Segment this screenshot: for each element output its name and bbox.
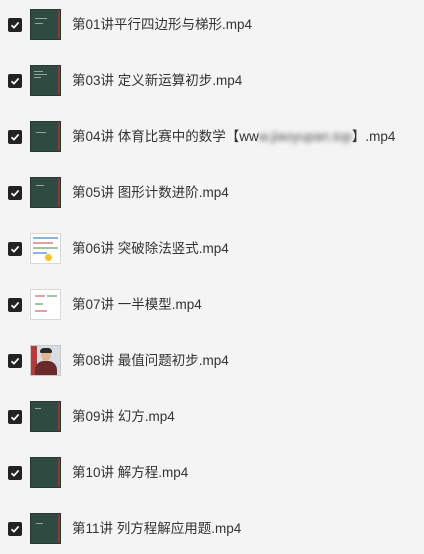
file-list: 第01讲平行四边形与梯形.mp4 第03讲 定义新运算初步.mp4 第04讲 体… (0, 0, 424, 554)
checkmark-icon (10, 77, 20, 85)
checkbox-checked[interactable] (8, 18, 22, 32)
file-row[interactable]: 第05讲 图形计数进阶.mp4 (0, 173, 424, 213)
video-thumbnail[interactable] (30, 9, 61, 40)
video-thumbnail[interactable] (30, 345, 61, 376)
file-row[interactable]: 第03讲 定义新运算初步.mp4 (0, 61, 424, 101)
checkbox-checked[interactable] (8, 242, 22, 256)
checkmark-icon (10, 21, 20, 29)
video-thumbnail[interactable] (30, 121, 61, 152)
file-name[interactable]: 第07讲 一半模型.mp4 (72, 296, 202, 314)
video-thumbnail[interactable] (30, 233, 61, 264)
file-row[interactable]: 第09讲 幻方.mp4 (0, 397, 424, 437)
checkmark-icon (10, 301, 20, 309)
file-row[interactable]: 第08讲 最值问题初步.mp4 (0, 341, 424, 381)
file-name[interactable]: 第08讲 最值问题初步.mp4 (72, 352, 229, 370)
checkbox-checked[interactable] (8, 74, 22, 88)
checkbox-checked[interactable] (8, 130, 22, 144)
checkbox-checked[interactable] (8, 298, 22, 312)
file-row[interactable]: 第04讲 体育比赛中的数学【www.jiaoyupan.top】.mp4 (0, 117, 424, 157)
file-name[interactable]: 第03讲 定义新运算初步.mp4 (72, 72, 242, 90)
checkmark-icon (10, 245, 20, 253)
checkbox-checked[interactable] (8, 354, 22, 368)
checkmark-icon (10, 469, 20, 477)
file-name[interactable]: 第04讲 体育比赛中的数学【www.jiaoyupan.top】.mp4 (72, 128, 395, 146)
file-name[interactable]: 第10讲 解方程.mp4 (72, 464, 188, 482)
file-row[interactable]: 第10讲 解方程.mp4 (0, 453, 424, 493)
checkbox-checked[interactable] (8, 410, 22, 424)
video-thumbnail[interactable] (30, 457, 61, 488)
file-name[interactable]: 第01讲平行四边形与梯形.mp4 (72, 16, 252, 34)
checkmark-icon (10, 357, 20, 365)
video-thumbnail[interactable] (30, 401, 61, 432)
checkmark-icon (10, 189, 20, 197)
video-thumbnail[interactable] (30, 513, 61, 544)
video-thumbnail[interactable] (30, 177, 61, 208)
checkmark-icon (10, 133, 20, 141)
file-row[interactable]: 第07讲 一半模型.mp4 (0, 285, 424, 325)
checkmark-icon (10, 413, 20, 421)
file-name[interactable]: 第11讲 列方程解应用题.mp4 (72, 520, 241, 538)
file-name[interactable]: 第05讲 图形计数进阶.mp4 (72, 184, 229, 202)
file-row[interactable]: 第01讲平行四边形与梯形.mp4 (0, 5, 424, 45)
file-row[interactable]: 第06讲 突破除法竖式.mp4 (0, 229, 424, 269)
video-thumbnail[interactable] (30, 65, 61, 96)
checkmark-icon (10, 525, 20, 533)
video-thumbnail[interactable] (30, 289, 61, 320)
file-name[interactable]: 第09讲 幻方.mp4 (72, 408, 175, 426)
obscured-url-text: w.jiaoyupan.top (258, 129, 352, 144)
file-row[interactable]: 第11讲 列方程解应用题.mp4 (0, 509, 424, 549)
checkbox-checked[interactable] (8, 186, 22, 200)
file-name[interactable]: 第06讲 突破除法竖式.mp4 (72, 240, 229, 258)
checkbox-checked[interactable] (8, 466, 22, 480)
checkbox-checked[interactable] (8, 522, 22, 536)
